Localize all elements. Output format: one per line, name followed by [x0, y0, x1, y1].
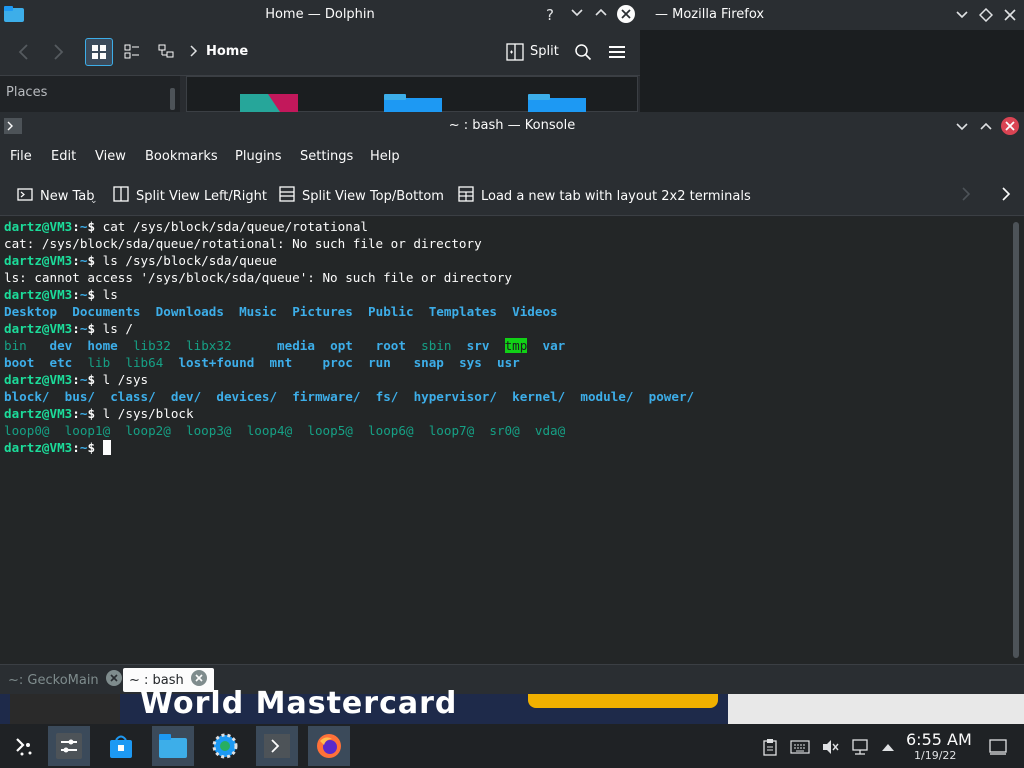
terminal-output: cat: /sys/block/sda/queue/rotational: No… — [4, 236, 482, 251]
terminal-line: dartz@VM3:~$ — [4, 439, 1006, 456]
menu-view[interactable]: View — [95, 149, 126, 164]
layout-2x2-button[interactable]: Load a new tab with layout 2x2 terminals — [457, 185, 751, 207]
clock-date[interactable]: 1/19/22 — [914, 749, 956, 762]
command-text: l /sys — [102, 372, 149, 387]
new-tab-button[interactable]: New Tab — [16, 185, 95, 207]
wallpaper-card-graphic — [10, 694, 120, 724]
clock-time[interactable]: 6:55 AM — [906, 730, 972, 749]
close-icon[interactable] — [1003, 8, 1017, 26]
compact-view-button[interactable] — [118, 38, 146, 66]
split-left-right-label: Split View Left/Right — [136, 188, 268, 204]
terminal-line: dartz@VM3:~$ ls /sys/block/sda/queue — [4, 253, 277, 268]
maximize-icon[interactable] — [594, 5, 608, 23]
menu-bookmarks[interactable]: Bookmarks — [145, 149, 218, 164]
terminal-view[interactable]: dartz@VM3:~$ cat /sys/block/sda/queue/ro… — [0, 217, 1010, 664]
wallpaper-text: World Mastercard — [140, 686, 458, 721]
volume-muted-icon[interactable] — [820, 737, 840, 757]
command-text: ls — [102, 287, 118, 302]
command-text: ls /sys/block/sda/queue — [102, 253, 277, 268]
command-text: cat /sys/block/sda/queue/rotational — [102, 219, 368, 234]
dolphin-taskbar-icon[interactable] — [152, 726, 194, 766]
layout-2x2-label: Load a new tab with layout 2x2 terminals — [481, 188, 751, 204]
toolbar-scroll-left-icon[interactable] — [960, 186, 972, 206]
places-scrollbar[interactable] — [170, 88, 175, 110]
dolphin-close-icon[interactable] — [616, 4, 636, 28]
forward-icon[interactable] — [50, 43, 66, 65]
menu-file[interactable]: File — [10, 149, 32, 164]
text-cursor — [102, 440, 111, 455]
konsole-close-icon[interactable] — [1000, 116, 1020, 140]
tray-expand-icon[interactable] — [878, 737, 898, 757]
konsole-taskbar-icon[interactable] — [256, 726, 298, 766]
menu-settings[interactable]: Settings — [300, 149, 353, 164]
menu-help[interactable]: Help — [370, 149, 400, 164]
tab-label: ~: GeckoMain — [8, 672, 99, 688]
toolbar-scroll-right-icon[interactable] — [1000, 186, 1012, 206]
split-top-bottom-button[interactable]: Split View Top/Bottom — [278, 185, 444, 207]
tab-geckomain[interactable]: ~: GeckoMain — [2, 668, 129, 692]
wallpaper-light-area — [728, 694, 1024, 724]
split-top-bottom-icon — [278, 185, 296, 207]
split-top-bottom-label: Split View Top/Bottom — [302, 188, 444, 204]
minimize-icon[interactable] — [955, 8, 969, 26]
terminal-output: bin dev home lib32 libx32 media opt root… — [4, 338, 566, 353]
menu-edit[interactable]: Edit — [51, 149, 76, 164]
terminal-output: block/ bus/ class/ dev/ devices/ firmwar… — [4, 389, 695, 404]
terminal-line: dartz@VM3:~$ l /sys — [4, 372, 149, 387]
tmp-highlight: tmp — [504, 338, 528, 353]
menu-plugins[interactable]: Plugins — [235, 149, 282, 164]
show-desktop-icon[interactable] — [988, 737, 1008, 757]
places-label: Places — [6, 85, 48, 100]
app-launcher-icon[interactable] — [2, 726, 44, 766]
command-text: ls / — [102, 321, 133, 336]
terminal-line: dartz@VM3:~$ ls / — [4, 321, 133, 336]
terminal-line: dartz@VM3:~$ l /sys/block — [4, 406, 194, 421]
scrollbar-thumb[interactable] — [1013, 222, 1019, 658]
tab-close-icon[interactable] — [105, 669, 123, 691]
firefox-taskbar-icon[interactable] — [308, 726, 350, 766]
system-settings-icon[interactable] — [204, 726, 246, 766]
prompt: dartz@VM3 — [4, 219, 73, 234]
maximize-icon[interactable] — [979, 119, 993, 137]
terminal-line: dartz@VM3:~$ ls — [4, 287, 118, 302]
new-tab-icon — [16, 185, 34, 207]
clipboard-icon[interactable] — [760, 737, 780, 757]
firefox-content — [640, 30, 1024, 112]
details-view-button[interactable] — [152, 38, 180, 66]
discover-store-icon[interactable] — [100, 726, 142, 766]
keep-above-icon[interactable] — [978, 7, 994, 26]
help-icon[interactable]: ? — [546, 6, 554, 24]
layout-grid-icon — [457, 185, 475, 207]
search-icon[interactable] — [574, 43, 592, 65]
minimize-icon[interactable] — [955, 120, 969, 138]
terminal-output: loop0@ loop1@ loop2@ loop3@ loop4@ loop5… — [4, 423, 566, 438]
terminal-output: ls: cannot access '/sys/block/sda/queue'… — [4, 270, 512, 285]
terminal-output: Desktop Documents Downloads Music Pictur… — [4, 304, 558, 319]
network-icon[interactable] — [850, 737, 870, 757]
split-icon — [506, 43, 524, 65]
command-text: l /sys/block — [102, 406, 194, 421]
terminal-line: dartz@VM3:~$ cat /sys/block/sda/queue/ro… — [4, 219, 368, 234]
split-button[interactable]: Split — [530, 44, 559, 59]
breadcrumb-home[interactable]: Home — [206, 44, 248, 59]
wallpaper-gold-bar — [528, 694, 718, 708]
split-left-right-button[interactable]: Split View Left/Right — [112, 185, 267, 207]
konsole-window-title: ~ : bash — Konsole — [448, 118, 576, 133]
firefox-window-title: — Mozilla Firefox — [655, 7, 765, 22]
keyboard-icon[interactable] — [790, 737, 810, 757]
breadcrumb-chevron-icon — [188, 44, 198, 62]
new-tab-dropdown-icon[interactable]: ⌄ — [90, 196, 98, 206]
dolphin-window-title: Home — Dolphin — [265, 7, 375, 22]
icons-view-button[interactable] — [85, 38, 113, 66]
terminal-output: boot etc lib lib64 lost+found mnt proc r… — [4, 355, 520, 370]
split-left-right-icon — [112, 185, 130, 207]
new-tab-label: New Tab — [40, 188, 95, 204]
pager-widget-icon[interactable] — [48, 726, 90, 766]
hamburger-menu-icon[interactable] — [608, 44, 626, 64]
minimize-icon[interactable] — [570, 5, 584, 23]
back-icon[interactable] — [16, 43, 32, 65]
